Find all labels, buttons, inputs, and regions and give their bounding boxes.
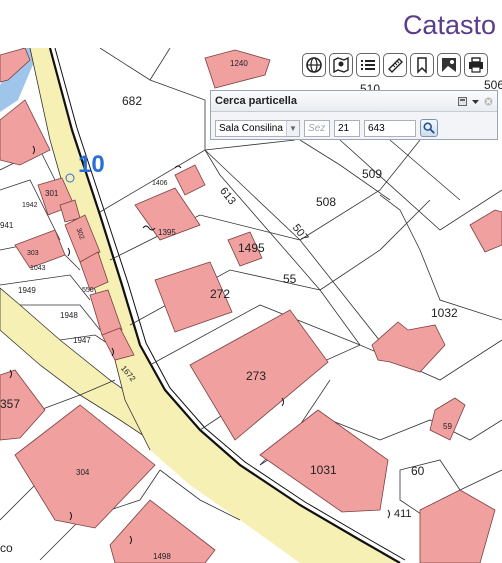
map-layers-icon [333,56,349,74]
print-icon [469,57,483,73]
building-1406 [174,164,206,196]
panel-title: Cerca particella [215,95,297,107]
parcel-label: 55 [283,272,297,286]
particella-input[interactable]: 643 [364,119,416,137]
parcel-label: 550 [82,287,94,294]
dropdown-icon[interactable] [471,97,480,106]
parcel-label: 1406 [152,180,168,187]
parcel-label: 1949 [18,286,36,295]
building-1240 [204,49,271,89]
comune-select[interactable]: Sala Consilina ▼ [215,119,300,137]
parcel-label: 941 [0,221,14,230]
parcel-label: 1947 [73,336,91,345]
parcel-label: 508 [316,195,336,209]
parcel-label: 357 [0,397,20,411]
search-button[interactable] [420,119,438,137]
search-icon [423,122,435,134]
parcel-label: 613 [217,185,238,207]
list-button[interactable] [356,53,380,77]
panel-body: Sala Consilina ▼ Sez 21 643 [211,112,497,144]
measure-button[interactable] [383,53,407,77]
globe-button[interactable] [302,53,326,77]
ruler-icon [388,58,403,73]
parcel-label: 507 [290,222,311,244]
parcel-label: 509 [362,167,382,181]
app-header: Catasto [0,0,502,48]
parcel-label: 1395 [158,228,176,237]
map-layers-button[interactable] [329,53,353,77]
search-parcel-panel: Cerca particella Sala Consilina ▼ Sez 21… [210,90,498,140]
parcel-label: 304 [76,468,90,477]
parcel-label: 1498 [153,552,171,561]
chevron-down-icon[interactable]: ▼ [286,120,299,136]
building-59 [429,397,466,441]
parcel-label: 1043 [30,265,46,272]
comune-value: Sala Consilina [219,122,283,134]
window-icon[interactable] [458,96,467,106]
parcel-label: 273 [246,369,266,383]
parcel-label: 301 [45,189,59,198]
app-title: Catasto [402,10,496,40]
bookmark-icon [417,57,427,74]
parcel-label: 682 [122,94,142,108]
parcel-label: 1495 [238,241,265,255]
sheet-number: 10 [78,151,105,178]
photo-button[interactable] [437,53,461,77]
parcel-label: 59 [443,422,452,431]
parcel-label: 60 [411,464,425,478]
foglio-input[interactable]: 21 [334,119,360,137]
list-icon [361,60,375,70]
globe-icon [306,57,322,73]
building-1032 [371,321,446,373]
building-e1 [469,209,502,253]
parcel-label: 411 [394,508,412,520]
parcel-label: 1948 [60,311,78,320]
sezione-input[interactable]: Sez [304,119,330,137]
parcel-label: 1031 [310,463,337,477]
building-se1 [419,489,496,563]
photo-icon [442,58,456,72]
building-303 [14,229,66,269]
parcel-label: 303 [27,250,39,257]
parcel-label: 272 [210,287,230,301]
parcel-label: co [0,541,13,555]
bookmark-button[interactable] [410,53,434,77]
parcel-label: 1240 [230,59,248,68]
parcel-label: 1942 [22,202,38,209]
parcel-label: 1032 [431,306,458,320]
panel-header: Cerca particella [211,91,497,112]
map-toolbar [302,53,488,77]
print-button[interactable] [464,53,488,77]
close-icon[interactable] [484,97,493,106]
